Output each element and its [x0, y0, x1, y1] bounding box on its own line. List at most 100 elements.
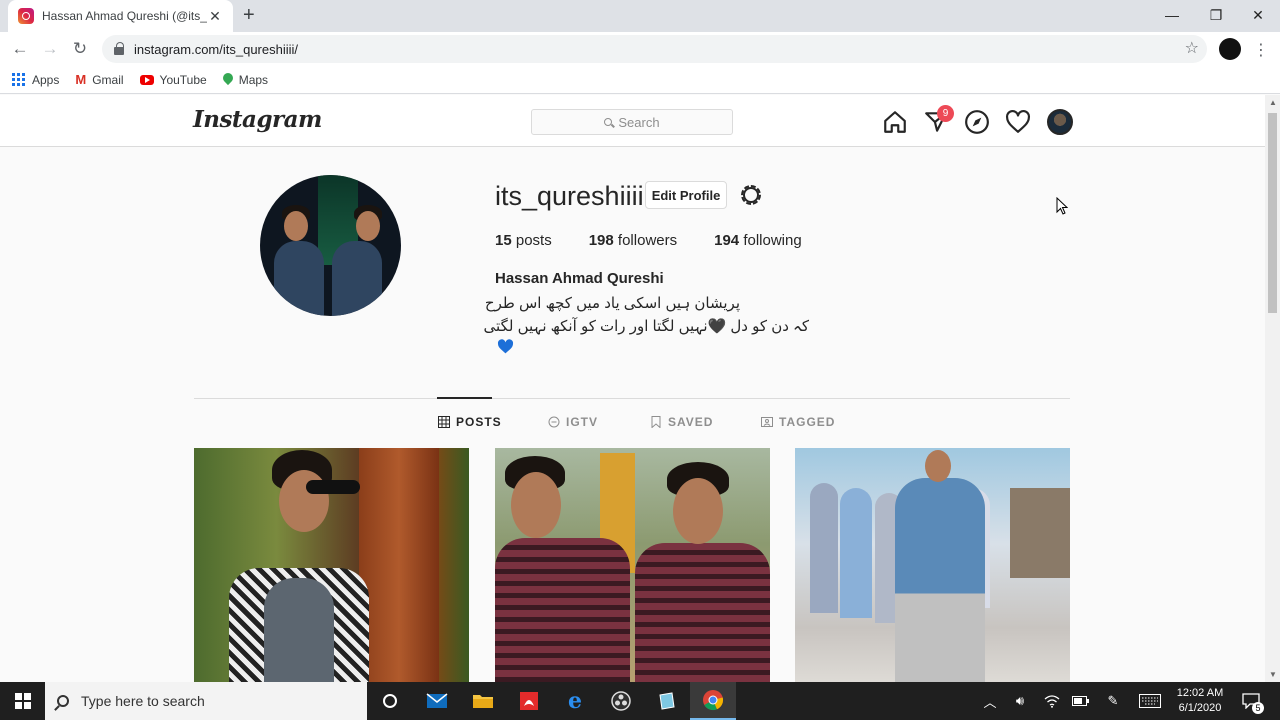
activity-heart-icon[interactable]	[1005, 109, 1031, 135]
forward-arrow-icon[interactable]: →	[38, 37, 62, 61]
browser-toolbar: ← → ↻ instagram.com/its_qureshiiii/ ☆	[0, 32, 1280, 66]
bookmark-label: Maps	[238, 72, 269, 87]
new-tab-button[interactable]: +	[243, 4, 255, 27]
taskbar-clock[interactable]: 12:02 AM 6/1/2020	[1168, 686, 1232, 716]
windows-logo-icon	[14, 693, 31, 709]
search-placeholder: Search	[618, 114, 660, 130]
post-thumbnail[interactable]	[795, 448, 1070, 682]
following-link[interactable]: 194 following	[714, 232, 802, 249]
bookmark-maps[interactable]: Maps	[223, 73, 268, 87]
pen-workspace-icon[interactable]: ✎	[1103, 682, 1123, 720]
notification-badge: 9	[937, 105, 954, 122]
search-icon	[604, 118, 613, 126]
wifi-icon[interactable]	[1042, 682, 1062, 720]
page-viewport: Instagram Search 9 its_qureshiiii Edit P…	[0, 95, 1265, 682]
tab-label: TAGGED	[779, 415, 836, 429]
tab-label: POSTS	[456, 415, 502, 429]
tab-label: IGTV	[566, 415, 599, 429]
igtv-icon	[548, 416, 560, 428]
start-button[interactable]	[0, 682, 45, 720]
action-center-icon[interactable]	[1238, 682, 1264, 720]
scrollbar-thumb[interactable]	[1268, 113, 1277, 313]
windows-taskbar: Type here to search e ︿ 🔊︎ ✎ 12:02 AM 6/…	[0, 682, 1280, 720]
bookmarks-bar: Apps M Gmail YouTube Maps	[0, 66, 1280, 94]
tag-icon	[761, 417, 773, 427]
grid-icon	[438, 416, 450, 428]
action-center-count-badge: 5	[1252, 702, 1264, 714]
edit-profile-button[interactable]: Edit Profile	[645, 181, 727, 209]
tab-title: Hassan Ahmad Qureshi (@its_qu	[42, 9, 207, 23]
volume-icon[interactable]: 🔊︎	[1010, 682, 1030, 720]
chrome-profile-avatar[interactable]	[1219, 38, 1241, 60]
close-window-button[interactable]: ✕	[1236, 0, 1280, 30]
chrome-menu-icon[interactable]: ⋮	[1253, 40, 1269, 60]
explore-compass-icon[interactable]	[964, 109, 990, 135]
pdf-reader-icon[interactable]	[506, 682, 552, 720]
close-tab-icon[interactable]: ✕	[207, 8, 223, 25]
home-icon[interactable]	[882, 109, 908, 135]
instagram-favicon-icon	[18, 8, 34, 24]
taskbar-search-placeholder: Type here to search	[81, 693, 205, 709]
bookmark-label: Apps	[32, 72, 60, 87]
scroll-up-arrow-icon[interactable]: ▲	[1269, 98, 1277, 107]
address-bar[interactable]: instagram.com/its_qureshiiii/ ☆	[102, 35, 1207, 63]
restore-button[interactable]: ❐	[1194, 0, 1238, 30]
page-scrollbar[interactable]: ▲ ▼	[1265, 95, 1280, 682]
taskbar-search-box[interactable]: Type here to search	[45, 682, 367, 720]
post-thumbnail[interactable]	[495, 448, 770, 682]
mail-app-icon[interactable]	[414, 682, 460, 720]
posts-count: 15 posts	[495, 232, 552, 249]
bookmark-gmail[interactable]: M Gmail	[75, 72, 123, 87]
bookmark-star-icon[interactable]: ☆	[1185, 38, 1199, 58]
edge-browser-icon[interactable]: e	[552, 682, 598, 720]
battery-icon[interactable]	[1071, 682, 1091, 720]
show-hidden-icons-chevron-icon[interactable]: ︿	[982, 682, 998, 720]
screen: Hassan Ahmad Qureshi (@its_qu ✕ + — ❐ ✕ …	[0, 0, 1280, 720]
profile-picture[interactable]	[260, 175, 401, 316]
active-tab-indicator	[437, 397, 492, 399]
maps-icon	[223, 73, 233, 87]
settings-gear-icon[interactable]	[738, 182, 764, 208]
url-text: instagram.com/its_qureshiiii/	[134, 41, 299, 57]
instagram-header: Instagram Search 9	[0, 95, 1265, 147]
clock-time: 12:02 AM	[1176, 687, 1224, 699]
blue-heart-icon	[497, 339, 514, 354]
mouse-cursor-icon	[1056, 197, 1068, 215]
keyboard-icon[interactable]	[1137, 682, 1163, 720]
tab-saved[interactable]: SAVED	[650, 415, 713, 429]
obs-studio-icon[interactable]	[598, 682, 644, 720]
reload-icon[interactable]: ↻	[68, 37, 92, 61]
tab-igtv[interactable]: IGTV	[548, 415, 598, 429]
cortana-icon[interactable]	[367, 682, 413, 720]
bio-line: پریشان ہیں اسکی یاد میں کچھ اس طرح	[484, 295, 740, 312]
profile-username: its_qureshiiii	[495, 181, 644, 211]
instagram-search-input[interactable]: Search	[531, 109, 733, 135]
instagram-logo[interactable]: Instagram	[193, 106, 322, 133]
bookmark-icon	[651, 416, 661, 428]
back-arrow-icon[interactable]: ←	[8, 37, 32, 61]
youtube-icon	[139, 74, 154, 85]
chrome-browser-icon[interactable]	[690, 682, 736, 720]
browser-tab[interactable]: Hassan Ahmad Qureshi (@its_qu ✕	[8, 0, 233, 32]
profile-avatar-icon[interactable]	[1047, 109, 1073, 135]
tab-posts[interactable]: POSTS	[438, 415, 502, 429]
bookmark-apps[interactable]: Apps	[12, 72, 60, 87]
bookmark-youtube[interactable]: YouTube	[139, 73, 207, 87]
clock-date: 6/1/2020	[1178, 702, 1222, 714]
notepad-icon[interactable]	[644, 682, 690, 720]
lock-icon	[114, 42, 124, 55]
tab-label: SAVED	[668, 415, 714, 429]
scroll-down-arrow-icon[interactable]: ▼	[1269, 670, 1277, 679]
search-icon	[57, 695, 69, 707]
followers-link[interactable]: 198 followers	[589, 232, 677, 249]
file-explorer-icon[interactable]	[460, 682, 506, 720]
post-thumbnail[interactable]	[194, 448, 469, 682]
tab-tagged[interactable]: TAGGED	[761, 415, 835, 429]
browser-tab-strip: Hassan Ahmad Qureshi (@its_qu ✕ + — ❐ ✕	[0, 0, 1280, 32]
bookmark-label: Gmail	[92, 72, 124, 87]
profile-full-name: Hassan Ahmad Qureshi	[495, 270, 664, 287]
minimize-button[interactable]: —	[1150, 0, 1194, 30]
gmail-icon: M	[75, 72, 87, 87]
profile-bio: پریشان ہیں اسکی یاد میں کچھ اس طرح کہ دن…	[484, 292, 809, 338]
apps-icon	[12, 72, 26, 87]
